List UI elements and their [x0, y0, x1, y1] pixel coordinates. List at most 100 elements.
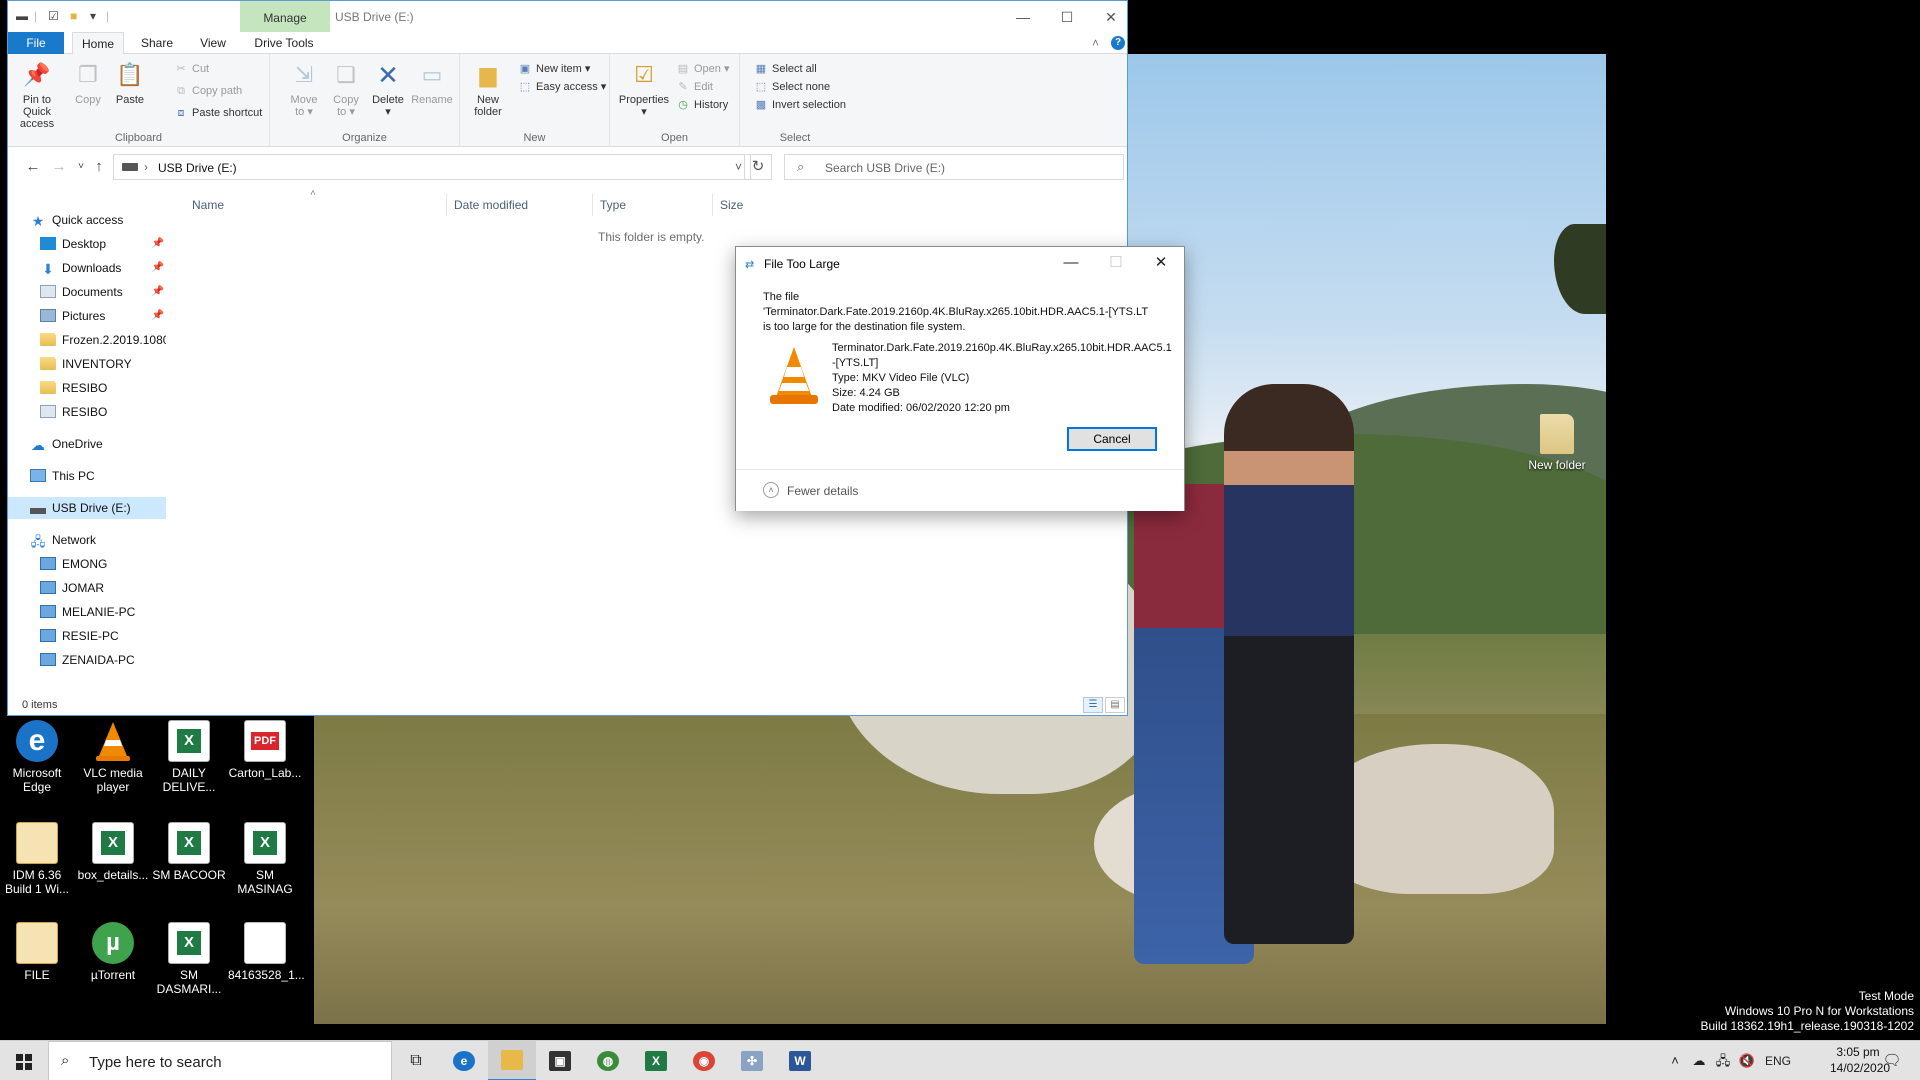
details-view-icon[interactable]: ☰	[1083, 697, 1103, 713]
copy-button[interactable]: ❐ Copy	[66, 58, 110, 107]
desktop-icon-document[interactable]: 84163528_1...	[228, 920, 305, 982]
nav-onedrive[interactable]: ☁ OneDrive	[8, 433, 166, 455]
up-arrow-icon[interactable]: ↑	[88, 158, 110, 175]
desktop-icon-sm-masinag[interactable]: X SM MASINAG	[228, 820, 302, 896]
properties-qat-icon[interactable]: ☑	[48, 9, 59, 23]
help-icon[interactable]: ?	[1111, 36, 1125, 50]
properties-button[interactable]: ☑ Properties ▾	[618, 58, 670, 119]
tab-file[interactable]: File	[8, 32, 64, 54]
nav-pictures[interactable]: Pictures 📌	[8, 305, 166, 327]
desktop-icon-idm[interactable]: IDM 6.36 Build 1 Wi...	[0, 820, 74, 896]
chevron-up-icon[interactable]: ˄	[763, 482, 779, 498]
nav-resibo-network[interactable]: RESIBO	[8, 401, 166, 423]
delete-button[interactable]: ✕ Delete ▾	[366, 58, 410, 118]
search-input[interactable]: ⌕ Search USB Drive (E:)	[784, 154, 1124, 180]
paste-shortcut-button[interactable]: ⧈ Paste shortcut	[174, 104, 263, 122]
desktop-icon-daily-delivery[interactable]: X DAILY DELIVE...	[152, 718, 226, 794]
start-button[interactable]	[0, 1041, 48, 1080]
paste-button[interactable]: 📋 Paste	[108, 58, 152, 107]
easy-access-button[interactable]: ⬚ Easy access ▾	[518, 78, 607, 96]
address-field[interactable]: › USB Drive (E:) ˅	[113, 154, 751, 180]
nav-documents[interactable]: Documents 📌	[8, 281, 166, 303]
nav-inventory[interactable]: INVENTORY	[8, 353, 166, 375]
taskbar-word[interactable]: W	[776, 1041, 824, 1080]
taskbar-excel[interactable]: X	[632, 1041, 680, 1080]
breadcrumb-chevron-icon[interactable]: ›	[144, 160, 148, 174]
column-date-modified[interactable]: Date modified	[454, 194, 528, 216]
desktop-icon-vlc[interactable]: VLC media player	[76, 718, 150, 794]
close-button[interactable]: ✕	[1088, 5, 1134, 29]
new-folder-button[interactable]: ▆ New folder	[466, 58, 510, 119]
maximize-button[interactable]: ☐	[1044, 5, 1090, 29]
pin-to-quick-access-button[interactable]: 📌 Pin to Quick access	[12, 58, 62, 131]
tab-home[interactable]: Home	[72, 32, 124, 55]
onedrive-tray-icon[interactable]: ☁	[1688, 1041, 1710, 1080]
volume-muted-icon[interactable]: 🔇	[1736, 1041, 1758, 1080]
network-tray-icon[interactable]: 🖧	[1712, 1041, 1734, 1080]
nav-resibo[interactable]: RESIBO	[8, 377, 166, 399]
nav-desktop[interactable]: Desktop 📌	[8, 233, 166, 255]
nav-emong[interactable]: EMONG	[8, 553, 166, 575]
address-dropdown-icon[interactable]: ˅	[735, 160, 742, 174]
column-type[interactable]: Type	[600, 194, 626, 216]
taskbar-browser[interactable]: ◍	[584, 1041, 632, 1080]
move-to-button[interactable]: ⇲ Move to ▾	[282, 58, 326, 119]
task-view-button[interactable]: ⧉	[392, 1041, 440, 1080]
nav-quick-access[interactable]: ★ Quick access	[8, 209, 166, 231]
tab-view[interactable]: View	[188, 32, 238, 54]
nav-melanie-pc[interactable]: MELANIE-PC	[8, 601, 166, 623]
large-icons-view-icon[interactable]: ▤	[1105, 697, 1125, 713]
tab-manage[interactable]: Manage	[240, 1, 330, 32]
open-button[interactable]: ▤ Open ▾	[676, 60, 730, 78]
desktop-icon-utorrent[interactable]: µ µTorrent	[76, 920, 150, 982]
nav-frozen-folder[interactable]: Frozen.2.2019.1080p	[8, 329, 166, 351]
customize-qat-icon[interactable]: ▾	[90, 9, 96, 23]
column-name[interactable]: Name	[192, 194, 224, 216]
nav-downloads[interactable]: ⬇ Downloads 📌	[8, 257, 166, 279]
invert-selection-button[interactable]: ▩ Invert selection	[754, 96, 846, 114]
taskbar-file-explorer[interactable]	[488, 1041, 536, 1080]
language-indicator[interactable]: ENG	[1760, 1041, 1796, 1080]
edit-button[interactable]: ✎ Edit	[676, 78, 713, 96]
taskbar-store[interactable]: ▣	[536, 1041, 584, 1080]
collapse-ribbon-icon[interactable]: ˄	[1092, 36, 1099, 50]
back-arrow-icon[interactable]: ←	[22, 158, 44, 175]
nav-this-pc[interactable]: This PC	[8, 465, 166, 487]
taskbar-search-box[interactable]: ⌕ Type here to search	[48, 1041, 392, 1080]
taskbar-edge[interactable]: e	[440, 1041, 488, 1080]
title-bar[interactable]: ▬ | ☑ ■ ▾ | Manage USB Drive (E:) — ☐ ✕	[8, 1, 1127, 32]
desktop-icon-sm-bacoor[interactable]: X SM BACOOR	[152, 820, 226, 882]
notifications-icon[interactable]: 🗨	[1872, 1041, 1912, 1080]
history-button[interactable]: ◷ History	[676, 96, 728, 114]
dialog-minimize-button[interactable]: —	[1051, 251, 1091, 275]
fewer-details-link[interactable]: Fewer details	[787, 484, 858, 498]
column-size[interactable]: Size	[720, 194, 743, 216]
rename-button[interactable]: ▭ Rename	[410, 58, 454, 107]
copy-to-button[interactable]: ❏ Copy to ▾	[324, 58, 368, 119]
nav-usb-drive[interactable]: USB Drive (E:)	[8, 497, 166, 519]
taskbar-chrome[interactable]: ◉	[680, 1041, 728, 1080]
new-item-button[interactable]: ▣ New item ▾	[518, 60, 591, 78]
cut-button[interactable]: ✂ Cut	[174, 60, 209, 78]
minimize-button[interactable]: —	[1000, 5, 1046, 29]
tab-share[interactable]: Share	[132, 32, 182, 54]
nav-resie-pc[interactable]: RESIE-PC	[8, 625, 166, 647]
desktop-icon-microsoft-edge[interactable]: e Microsoft Edge	[0, 718, 74, 794]
nav-jomar[interactable]: JOMAR	[8, 577, 166, 599]
show-hidden-icons-icon[interactable]: ˄	[1666, 1041, 1684, 1080]
copy-path-button[interactable]: ⧉ Copy path	[174, 82, 242, 100]
desktop-icon-box-details[interactable]: X box_details...	[76, 820, 150, 882]
desktop-icon-file[interactable]: FILE	[0, 920, 74, 982]
tab-drive-tools[interactable]: Drive Tools	[244, 32, 324, 54]
nav-network[interactable]: 🖧 Network	[8, 529, 166, 551]
desktop-icon-new-folder[interactable]: New folder	[1520, 414, 1594, 472]
nav-zenaida-pc[interactable]: ZENAIDA-PC	[8, 649, 166, 671]
desktop-icon-sm-dasmarinas[interactable]: X SM DASMARI...	[152, 920, 226, 996]
dialog-close-button[interactable]: ✕	[1141, 251, 1181, 275]
cancel-button[interactable]: Cancel	[1067, 427, 1157, 451]
select-all-button[interactable]: ▦ Select all	[754, 60, 817, 78]
forward-arrow-icon[interactable]: →	[48, 158, 70, 175]
refresh-icon[interactable]: ↻	[744, 154, 772, 180]
desktop-icon-carton-label[interactable]: PDF Carton_Lab...	[228, 718, 302, 780]
taskbar-network-app[interactable]: ✣	[728, 1041, 776, 1080]
